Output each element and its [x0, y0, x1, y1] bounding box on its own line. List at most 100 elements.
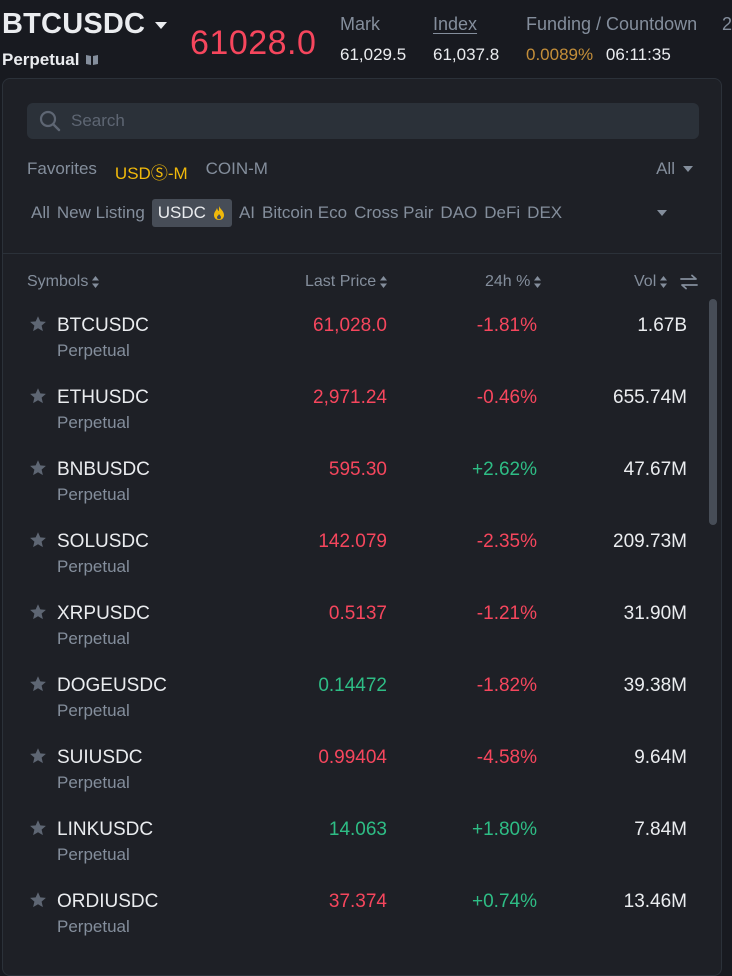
column-24h-label[interactable]: 24h %	[485, 273, 530, 291]
tab-coin-m[interactable]: COIN-M	[206, 159, 268, 184]
volume-value: 1.67B	[637, 315, 687, 336]
last-price-value: 2,971.24	[313, 387, 387, 408]
symbol-row[interactable]: ORDIUSDC Perpetual 37.374 +0.74% 13.46M	[3, 883, 703, 955]
filter-chips: All New Listing USDC AI Bitcoin Eco Cros…	[31, 199, 562, 227]
change-24h-value: -1.21%	[476, 603, 537, 624]
index-price-stat: Index 61,037.8	[433, 14, 499, 65]
symbol-name: SOLUSDC	[57, 531, 149, 552]
star-icon[interactable]	[29, 747, 47, 765]
symbol-name: ORDIUSDC	[57, 891, 159, 912]
last-price-value: 0.14472	[318, 675, 387, 696]
filter-usdc[interactable]: USDC	[151, 199, 232, 227]
divider	[3, 253, 721, 254]
sort-icon[interactable]	[534, 276, 542, 288]
symbol-row[interactable]: LINKUSDC Perpetual 14.063 +1.80% 7.84M	[3, 811, 703, 883]
star-icon[interactable]	[29, 675, 47, 693]
contract-type-label: Perpetual	[2, 50, 80, 69]
contract-type-label: Perpetual	[57, 413, 130, 432]
symbol-row[interactable]: XRPUSDC Perpetual 0.5137 -1.21% 31.90M	[3, 595, 703, 667]
filter-usdc-label[interactable]: USDC	[158, 203, 206, 223]
contract-type-label: Perpetual	[57, 341, 130, 360]
all-dropdown[interactable]: All	[656, 159, 693, 179]
volume-value: 39.38M	[623, 675, 687, 696]
symbol-name: ETHUSDC	[57, 387, 149, 408]
volume-value: 9.64M	[634, 747, 687, 768]
tab-usds-m[interactable]: USDⓈ-M	[115, 159, 188, 184]
mark-price-stat: Mark 61,029.5	[340, 14, 406, 65]
symbol-row[interactable]: BNBUSDC Perpetual 595.30 +2.62% 47.67M	[3, 451, 703, 523]
column-header-volume[interactable]: Vol	[634, 273, 699, 291]
filter-all[interactable]: All	[31, 199, 50, 227]
column-header-24h-change[interactable]: 24h %	[485, 273, 542, 291]
search-input[interactable]	[71, 111, 671, 131]
column-header-symbols[interactable]: Symbols	[27, 273, 100, 291]
chevron-down-icon[interactable]	[155, 22, 168, 29]
last-price-value: 14.063	[328, 819, 387, 840]
contract-type-label: Perpetual	[57, 917, 130, 936]
last-price-value: 0.5137	[328, 603, 387, 624]
filter-new-listing[interactable]: New Listing	[57, 199, 145, 227]
symbol-name: LINKUSDC	[57, 819, 154, 840]
book-icon[interactable]	[85, 54, 99, 66]
star-icon[interactable]	[29, 387, 47, 405]
star-icon[interactable]	[29, 603, 47, 621]
change-24h-value: +0.74%	[472, 891, 537, 912]
chevron-down-icon[interactable]	[683, 166, 693, 172]
star-icon[interactable]	[29, 531, 47, 549]
column-volume-label[interactable]: Vol	[634, 273, 656, 291]
all-dropdown-label[interactable]: All	[656, 159, 675, 179]
star-icon[interactable]	[29, 459, 47, 477]
symbol-name: SUIUSDC	[57, 747, 143, 768]
symbol-row[interactable]: ETHUSDC Perpetual 2,971.24 -0.46% 655.74…	[3, 379, 703, 451]
filter-dex[interactable]: DEX	[527, 199, 562, 227]
contract-type-label: Perpetual	[57, 773, 130, 792]
volume-value: 13.46M	[623, 891, 687, 912]
change-24h-value: -1.82%	[476, 675, 537, 696]
last-price-value: 61,028.0	[313, 315, 387, 336]
contract-type: Perpetual	[2, 50, 99, 70]
volume-value: 31.90M	[623, 603, 687, 624]
swap-icon[interactable]	[679, 274, 699, 290]
filter-cross-pair[interactable]: Cross Pair	[354, 199, 433, 227]
symbol-selector[interactable]: BTCUSDC	[2, 8, 168, 41]
last-price-value: 37.374	[328, 891, 387, 912]
filter-defi[interactable]: DeFi	[484, 199, 520, 227]
symbol-list-panel: Favorites USDⓈ-M COIN-M All All New List…	[2, 78, 722, 976]
symbol-row[interactable]: DOGEUSDC Perpetual 0.14472 -1.82% 39.38M	[3, 667, 703, 739]
filter-dao[interactable]: DAO	[440, 199, 477, 227]
volume-value: 655.74M	[613, 387, 687, 408]
last-price: 61028.0	[190, 24, 317, 62]
column-header-last-price[interactable]: Last Price	[305, 273, 388, 291]
search-box[interactable]	[27, 103, 699, 139]
sort-icon[interactable]	[380, 276, 388, 288]
column-last-price-label[interactable]: Last Price	[305, 273, 376, 291]
symbol-name: DOGEUSDC	[57, 675, 167, 696]
column-symbols-label[interactable]: Symbols	[27, 273, 88, 291]
star-icon[interactable]	[29, 819, 47, 837]
symbol-row[interactable]: BTCUSDC Perpetual 61,028.0 -1.81% 1.67B	[3, 307, 703, 379]
sort-icon[interactable]	[660, 276, 668, 288]
contract-type-label: Perpetual	[57, 557, 130, 576]
symbol-row[interactable]: SOLUSDC Perpetual 142.079 -2.35% 209.73M	[3, 523, 703, 595]
volume-value: 47.67M	[623, 459, 687, 480]
contract-type-label: Perpetual	[57, 629, 130, 648]
sort-icon[interactable]	[92, 276, 100, 288]
more-filters-chevron-icon[interactable]	[657, 210, 667, 216]
symbol-name: BTCUSDC	[57, 315, 149, 336]
scrollbar[interactable]	[709, 299, 717, 525]
filter-bitcoin-eco[interactable]: Bitcoin Eco	[262, 199, 347, 227]
mark-label: Mark	[340, 14, 380, 34]
last-price-value: 142.079	[318, 531, 387, 552]
symbol-row[interactable]: SUIUSDC Perpetual 0.99404 -4.58% 9.64M	[3, 739, 703, 811]
star-icon[interactable]	[29, 315, 47, 333]
change-24h-value: -2.35%	[476, 531, 537, 552]
volume-value: 209.73M	[613, 531, 687, 552]
star-icon[interactable]	[29, 891, 47, 909]
index-label[interactable]: Index	[433, 14, 499, 35]
contract-type-label: Perpetual	[57, 701, 130, 720]
filter-ai[interactable]: AI	[239, 199, 255, 227]
tab-favorites[interactable]: Favorites	[27, 159, 97, 184]
symbol-title[interactable]: BTCUSDC	[2, 8, 145, 41]
symbol-name: BNBUSDC	[57, 459, 150, 480]
index-value: 61,037.8	[433, 45, 500, 64]
